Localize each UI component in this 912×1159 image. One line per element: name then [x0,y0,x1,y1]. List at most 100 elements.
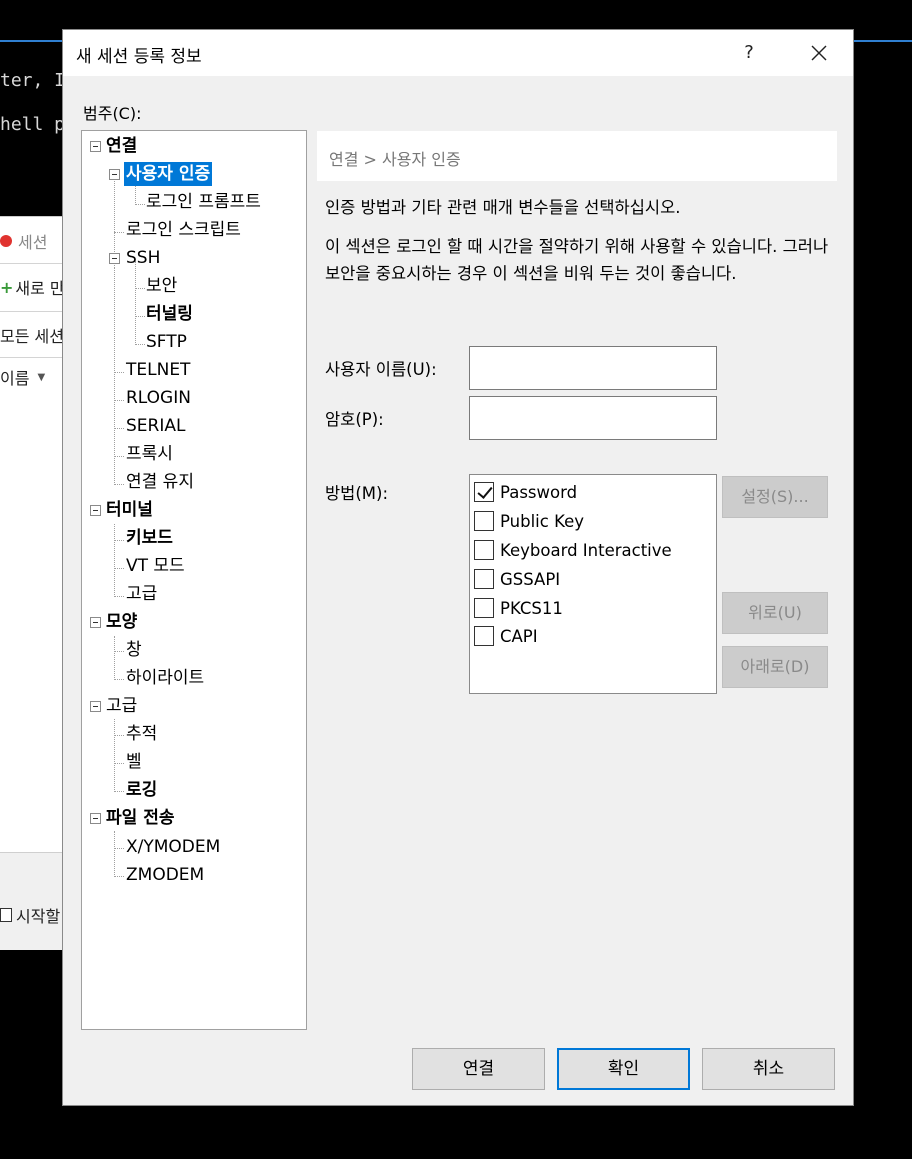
tree-connector [114,719,115,792]
breadcrumb-text: 연결 > 사용자 인증 [329,150,461,169]
tree-connector [114,428,124,429]
breadcrumb: 연결 > 사용자 인증 [317,131,837,181]
tree-connector [114,651,124,652]
expander-icon[interactable] [109,253,120,264]
tree-node-bell[interactable]: 벨 [124,750,144,774]
method-label: 방법(M): [325,484,389,503]
method-label-text: Public Key [500,511,584,531]
session-panel-footer: 시작할 [0,852,66,950]
move-down-button[interactable]: 아래로(D) [722,646,828,688]
dialog-titlebar[interactable]: 새 세션 등록 정보 ? [63,30,853,76]
tree-connector [114,484,124,485]
category-tree[interactable]: 연결 사용자 인증 로그인 프롬프트 로그인 스크립트 SSH 보안 터널링 S… [81,130,307,1030]
tree-node-highlight[interactable]: 하이라이트 [124,666,206,690]
tree-connector [114,540,124,541]
tree-node-window[interactable]: 창 [124,638,144,662]
session-manager-panel: 세션 + 새로 만 모든 세션 이름 ▼ [0,216,66,950]
new-session-label: 새로 만 [15,279,65,298]
tree-connector [114,848,124,849]
password-input[interactable] [469,396,717,440]
tree-node-file-transfer[interactable]: 파일 전송 [104,806,176,830]
method-item-capi[interactable]: CAPI [474,624,538,648]
tree-node-tunneling[interactable]: 터널링 [144,302,195,326]
tree-node-keepalive[interactable]: 연결 유지 [124,470,196,494]
tree-node-login-prompt[interactable]: 로그인 프롬프트 [144,190,263,214]
tree-connector [114,456,124,457]
checkbox-icon[interactable] [474,511,494,531]
tree-node-terminal[interactable]: 터미널 [104,498,155,522]
session-tab[interactable]: 세션 [0,229,47,253]
checkbox-icon[interactable] [474,540,494,560]
connect-button[interactable]: 연결 [412,1048,545,1090]
tree-node-user-auth[interactable]: 사용자 인증 [124,162,213,186]
password-label: 암호(P): [325,410,384,429]
tree-node-keyboard[interactable]: 키보드 [124,526,175,550]
method-label-text: Keyboard Interactive [500,540,672,560]
help-button[interactable]: ? [731,38,767,68]
expander-icon[interactable] [90,701,101,712]
name-column-header[interactable]: 이름 ▼ [0,365,45,389]
method-label-text: CAPI [500,626,538,646]
description-text: 인증 방법과 기타 관련 매개 변수들을 선택하십시오. [325,198,681,217]
expander-icon[interactable] [90,505,101,516]
tree-node-logging[interactable]: 로깅 [124,778,159,802]
tree-connector [114,568,124,569]
session-properties-dialog: 새 세션 등록 정보 ? 범주(C): 연결 사용자 인증 로그인 프롬프트 로… [62,29,854,1106]
expander-icon[interactable] [90,813,101,824]
all-sessions-item[interactable]: 모든 세션 [0,323,64,347]
checkbox-icon[interactable] [474,626,494,646]
tree-node-rlogin[interactable]: RLOGIN [124,386,193,410]
tree-node-advanced[interactable]: 고급 [104,694,139,718]
terminal-line: ter, I [0,70,66,91]
startup-checkbox[interactable]: 시작할 [0,903,60,927]
method-item-public-key[interactable]: Public Key [474,509,584,533]
tree-node-vt-mode[interactable]: VT 모드 [124,554,187,578]
tree-connector [114,596,124,597]
tree-node-telnet[interactable]: TELNET [124,358,192,382]
method-item-password[interactable]: Password [474,480,577,504]
method-item-pkcs11[interactable]: PKCS11 [474,596,563,620]
category-label: 범주(C): [83,104,142,123]
method-label-text: PKCS11 [500,598,563,618]
tree-node-proxy[interactable]: 프록시 [124,442,175,466]
move-up-button[interactable]: 위로(U) [722,592,828,634]
checkbox-checked-icon[interactable] [474,482,494,502]
checkbox-icon[interactable] [474,598,494,618]
new-session-button[interactable]: + 새로 만 [0,275,65,299]
tree-connector [114,679,124,680]
checkbox-icon[interactable] [474,569,494,589]
tree-connector [114,267,115,485]
method-item-keyboard-interactive[interactable]: Keyboard Interactive [474,538,672,562]
method-item-gssapi[interactable]: GSSAPI [474,567,560,591]
tree-node-login-script[interactable]: 로그인 스크립트 [124,218,243,242]
close-button[interactable] [799,36,839,70]
tree-node-zmodem[interactable]: ZMODEM [124,863,206,887]
ok-button[interactable]: 확인 [557,1048,690,1090]
tree-connector [114,791,124,792]
auth-method-list[interactable]: Password Public Key Keyboard Interactive… [469,474,717,694]
tree-connector [114,876,124,877]
cancel-button[interactable]: 취소 [702,1048,835,1090]
close-icon [811,45,827,61]
tree-node-trace[interactable]: 추적 [124,722,159,746]
tree-node-connection[interactable]: 연결 [104,134,139,158]
name-column-label: 이름 [0,369,30,388]
divider [0,357,66,358]
tree-node-sftp[interactable]: SFTP [144,330,189,354]
method-label-text: Password [500,482,578,502]
terminal-line: hell p [0,114,66,135]
tree-node-terminal-advanced[interactable]: 고급 [124,582,159,606]
session-tab-label: 세션 [18,233,48,252]
tree-node-xymodem[interactable]: X/YMODEM [124,835,222,859]
all-sessions-label: 모든 세션 [0,327,64,346]
tree-node-serial[interactable]: SERIAL [124,414,187,438]
expander-icon[interactable] [90,141,101,152]
tree-node-security[interactable]: 보안 [144,274,179,298]
username-input[interactable] [469,346,717,390]
tree-node-appearance[interactable]: 모양 [104,610,139,634]
expander-icon[interactable] [109,169,120,180]
expander-icon[interactable] [90,617,101,628]
startup-checkbox-label: 시작할 [16,907,61,926]
settings-button[interactable]: 설정(S)... [722,476,828,518]
tree-node-ssh[interactable]: SSH [124,246,162,270]
